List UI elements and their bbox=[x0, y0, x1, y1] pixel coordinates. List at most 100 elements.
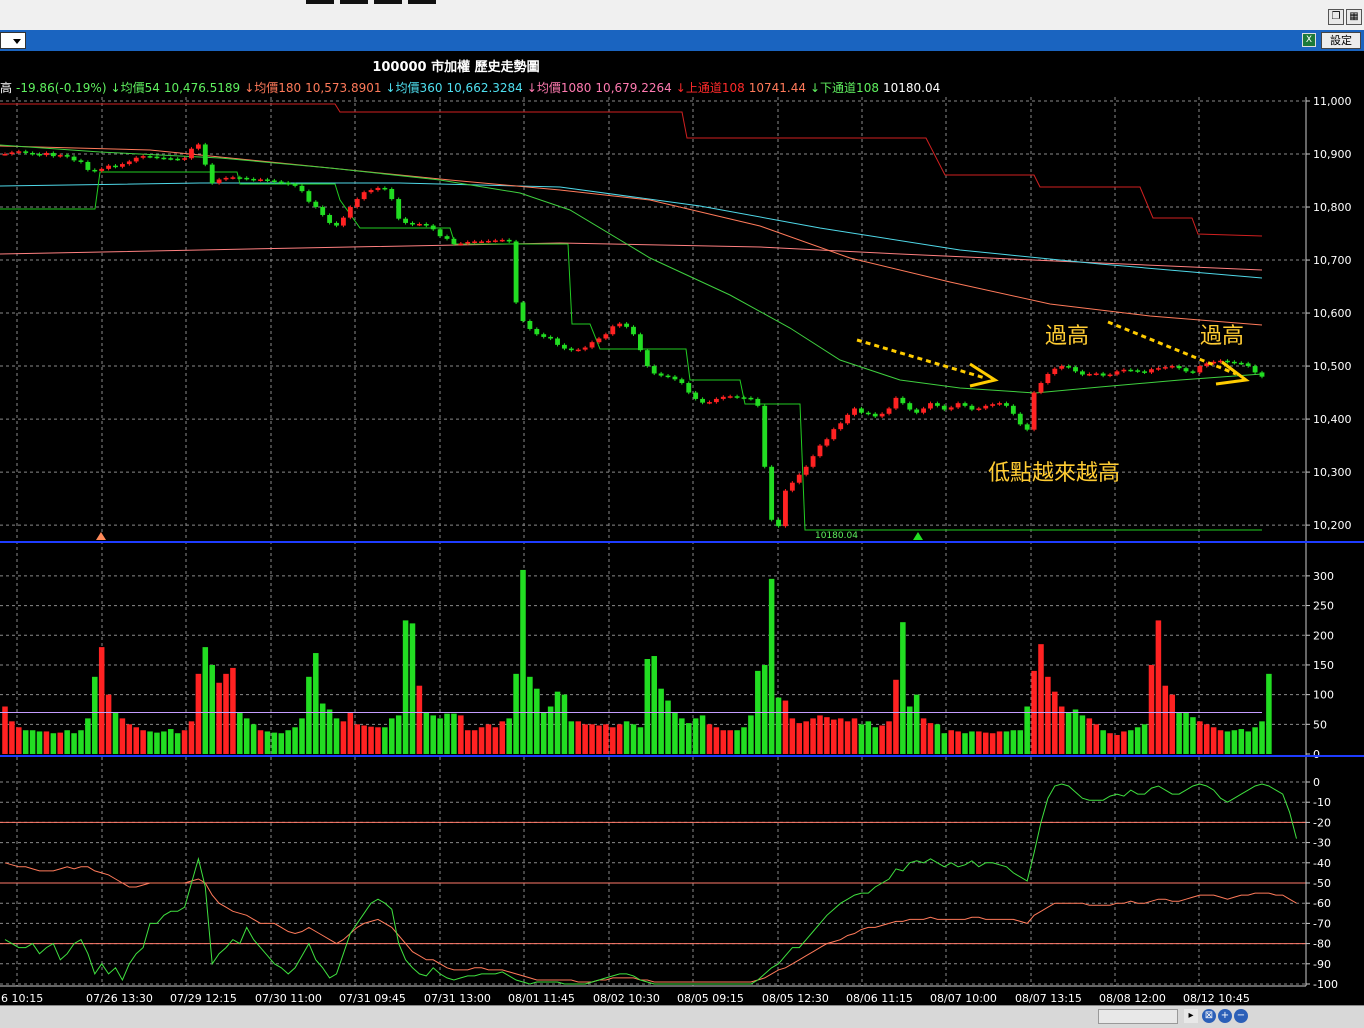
candle-body bbox=[133, 157, 139, 162]
candle-body bbox=[817, 445, 823, 457]
candle-body bbox=[921, 408, 926, 413]
zoom-out-icon[interactable]: − bbox=[1234, 1009, 1248, 1023]
candle-body bbox=[37, 154, 42, 156]
volume-bar bbox=[409, 623, 416, 754]
candle-body bbox=[1176, 366, 1182, 369]
volume-bar bbox=[1003, 731, 1010, 754]
candle-body bbox=[617, 323, 623, 327]
zoom-in-icon[interactable]: + bbox=[1218, 1009, 1232, 1023]
osc-tick-label: -90 bbox=[1313, 958, 1331, 971]
candle-body bbox=[182, 158, 187, 160]
volume-bar bbox=[1155, 620, 1162, 754]
volume-tick-label: 300 bbox=[1313, 570, 1334, 583]
horizontal-scrollbar[interactable] bbox=[1098, 1009, 1178, 1024]
axes: 10,200 10,300 10,400 10,500 10,600 10,700 10,8… bbox=[0, 95, 1364, 1005]
volume-bar bbox=[485, 724, 492, 754]
volume-bar bbox=[1141, 724, 1148, 754]
candle-body bbox=[1045, 374, 1051, 384]
candle-body bbox=[1017, 413, 1023, 425]
volume-bar bbox=[699, 715, 706, 754]
candle-body bbox=[1052, 368, 1058, 375]
candle-body bbox=[1142, 371, 1148, 373]
volume-bar bbox=[1017, 730, 1024, 754]
scroll-right-icon[interactable]: ▸ bbox=[1184, 1009, 1198, 1023]
volume-bar bbox=[506, 718, 512, 754]
candle-body bbox=[140, 156, 146, 158]
candle-body bbox=[1107, 374, 1113, 377]
volume-bar bbox=[1065, 712, 1072, 754]
volume-bar bbox=[561, 694, 568, 754]
candle-body bbox=[727, 396, 733, 398]
volume-bar bbox=[133, 727, 139, 754]
volume-bar bbox=[527, 676, 533, 754]
zoom-reset-icon[interactable]: ⊠ bbox=[1202, 1009, 1216, 1023]
x-tick-label: 07/31 09:45 bbox=[339, 992, 406, 1005]
candle-body bbox=[361, 192, 367, 200]
candle-body bbox=[955, 403, 961, 408]
volume-bar bbox=[437, 718, 443, 754]
candle-body bbox=[341, 217, 346, 226]
candle-body bbox=[865, 412, 871, 415]
volume-bar bbox=[851, 718, 858, 754]
volume-bar bbox=[22, 730, 29, 754]
volume-bar bbox=[1058, 706, 1065, 754]
candle-body bbox=[230, 177, 236, 179]
volume-bar bbox=[195, 673, 202, 754]
volume-bar bbox=[907, 706, 913, 754]
volume-bar bbox=[382, 727, 388, 754]
volume-bar bbox=[126, 724, 133, 754]
candle-body bbox=[900, 397, 906, 404]
volume-bar bbox=[264, 731, 271, 754]
chart-canvas: 10,200 10,300 10,400 10,500 10,600 10,700 10,8… bbox=[0, 95, 1364, 1005]
candle-body bbox=[941, 405, 947, 410]
candle-body bbox=[596, 338, 602, 343]
volume-bar bbox=[941, 733, 948, 754]
volume-bar bbox=[831, 719, 837, 754]
volume-bar bbox=[1107, 733, 1113, 754]
candle-body bbox=[1252, 366, 1258, 373]
volume-bar bbox=[402, 620, 409, 754]
x-tick-label: 08/08 12:00 bbox=[1099, 992, 1166, 1005]
candle-body bbox=[313, 201, 319, 208]
volume-bar bbox=[50, 733, 57, 754]
candle-body bbox=[693, 392, 699, 399]
oscillator-panel bbox=[4, 783, 1297, 985]
candle-body bbox=[872, 413, 878, 417]
candle-body bbox=[154, 156, 160, 159]
candle-body bbox=[368, 190, 374, 193]
volume-bar bbox=[996, 731, 1003, 754]
candle-body bbox=[347, 207, 353, 218]
volume-bar bbox=[672, 712, 678, 754]
volume-bar bbox=[603, 724, 609, 754]
annotation-higher-high-left: 過高 bbox=[1045, 324, 1089, 349]
candle-body bbox=[983, 405, 989, 409]
candle-body bbox=[209, 164, 215, 184]
marker-triangle bbox=[913, 532, 923, 540]
volume-bar bbox=[679, 718, 685, 754]
candle-body bbox=[119, 164, 125, 167]
volume-bar bbox=[354, 724, 360, 754]
candle-body bbox=[16, 151, 22, 153]
candle-body bbox=[610, 326, 616, 335]
osc-tick-label: 0 bbox=[1313, 776, 1320, 789]
volume-bar bbox=[1183, 712, 1189, 754]
volume-bar bbox=[920, 718, 927, 754]
status-bar: ▸ ⊠ + − bbox=[0, 1005, 1364, 1028]
candle-body bbox=[879, 413, 885, 417]
candle-body bbox=[700, 398, 705, 403]
volume-bar bbox=[872, 727, 878, 754]
volume-bar bbox=[340, 721, 347, 754]
candle-body bbox=[893, 397, 899, 409]
volume-bar bbox=[278, 733, 285, 754]
volume-bar bbox=[216, 682, 222, 754]
candle-body bbox=[527, 321, 533, 329]
volume-bar bbox=[1259, 721, 1265, 754]
volume-bar bbox=[761, 664, 768, 754]
candle-body bbox=[589, 342, 595, 348]
candle-body bbox=[479, 241, 484, 243]
volume-bar bbox=[375, 727, 381, 754]
volume-bar bbox=[547, 706, 554, 754]
volume-bar bbox=[658, 688, 664, 754]
volume-bar bbox=[651, 656, 657, 754]
candle-body bbox=[1197, 366, 1203, 373]
